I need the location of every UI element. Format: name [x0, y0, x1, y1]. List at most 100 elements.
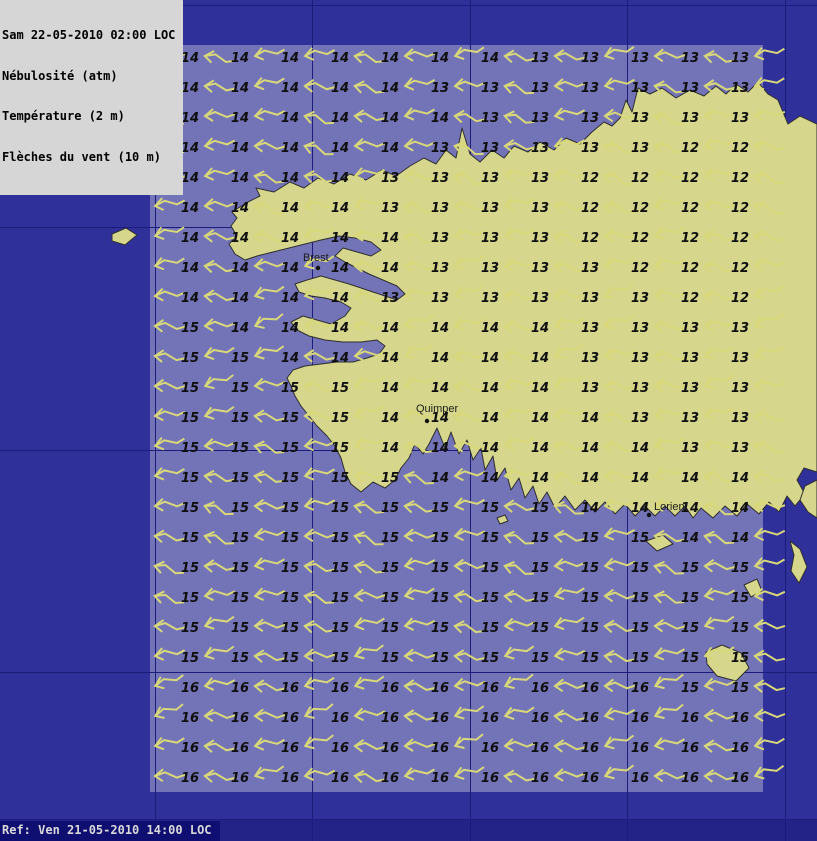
temp-value: 15: [331, 381, 349, 396]
temp-value: 14: [281, 321, 299, 336]
temp-value: 15: [231, 351, 249, 366]
temp-value: 13: [681, 81, 699, 96]
temp-value: 13: [581, 261, 599, 276]
temp-value: 13: [381, 171, 399, 186]
temp-value: 13: [581, 111, 599, 126]
temp-value: 14: [381, 261, 399, 276]
temp-value: 13: [431, 291, 449, 306]
temp-value: 13: [481, 261, 499, 276]
temp-value: 13: [531, 231, 549, 246]
city-label: Brest: [303, 252, 329, 264]
temp-value: 16: [231, 741, 249, 756]
temp-value: 15: [381, 561, 399, 576]
temp-value: 15: [231, 561, 249, 576]
temp-value: 13: [531, 291, 549, 306]
temp-value: 15: [631, 621, 649, 636]
temp-value: 13: [531, 171, 549, 186]
temp-value: 15: [581, 651, 599, 666]
temp-value: 14: [331, 81, 349, 96]
temp-value: 13: [431, 261, 449, 276]
temp-value: 14: [331, 201, 349, 216]
map-legend: Sam 22-05-2010 02:00 LOC Nébulosité (atm…: [0, 0, 183, 195]
temp-value: 16: [631, 771, 649, 786]
temp-value: 12: [731, 141, 749, 156]
temp-value: 15: [631, 591, 649, 606]
temp-value: 14: [381, 141, 399, 156]
temp-value: 13: [481, 81, 499, 96]
temp-value: 14: [281, 111, 299, 126]
temp-value: 14: [181, 51, 199, 66]
temp-value: 16: [231, 711, 249, 726]
temp-value: 14: [231, 51, 249, 66]
temp-value: 13: [631, 141, 649, 156]
temp-value: 14: [531, 321, 549, 336]
temp-value: 15: [431, 591, 449, 606]
temp-value: 15: [431, 531, 449, 546]
temp-value: 16: [381, 771, 399, 786]
run-reference: Ref: Ven 21-05-2010 14:00 LOC: [0, 821, 220, 841]
temp-value: 14: [581, 471, 599, 486]
temp-value: 15: [281, 591, 299, 606]
temp-value: 14: [731, 531, 749, 546]
temp-value: 15: [231, 501, 249, 516]
temp-value: 15: [581, 591, 599, 606]
temp-value: 13: [681, 351, 699, 366]
temp-value: 13: [731, 441, 749, 456]
temp-value: 15: [331, 561, 349, 576]
temp-value: 12: [681, 231, 699, 246]
temp-value: 13: [731, 81, 749, 96]
temp-value: 15: [431, 621, 449, 636]
temp-value: 15: [281, 471, 299, 486]
temp-value: 15: [481, 561, 499, 576]
temp-value: 16: [331, 681, 349, 696]
temp-value: 15: [331, 621, 349, 636]
temp-value: 13: [731, 321, 749, 336]
temp-value: 14: [381, 411, 399, 426]
weather-map: 14 14 14 14 14 14 14 13 13 13 13 13 14 14 14 14 14 13 13 13…: [0, 0, 817, 841]
temp-value: 15: [281, 411, 299, 426]
temp-value: 14: [331, 261, 349, 276]
temp-value: 14: [481, 381, 499, 396]
temp-value: 16: [581, 741, 599, 756]
temp-value: 15: [681, 681, 699, 696]
temp-value: 13: [431, 81, 449, 96]
temp-value: 15: [181, 651, 199, 666]
temp-value: 14: [581, 411, 599, 426]
temp-value: 13: [481, 291, 499, 306]
temp-value: 16: [681, 711, 699, 726]
temp-value: 13: [681, 111, 699, 126]
temp-value: 14: [281, 201, 299, 216]
temp-value: 15: [431, 501, 449, 516]
temp-value: 15: [331, 651, 349, 666]
temp-value: 13: [581, 381, 599, 396]
temp-value: 14: [281, 351, 299, 366]
temp-value: 14: [331, 51, 349, 66]
temp-value: 15: [731, 651, 749, 666]
temp-value: 13: [531, 201, 549, 216]
temp-value: 14: [281, 51, 299, 66]
temp-value: 13: [381, 201, 399, 216]
temp-value: 13: [631, 351, 649, 366]
temp-value: 14: [231, 201, 249, 216]
temp-value: 15: [581, 621, 599, 636]
city-label: Quimper: [416, 403, 459, 415]
temp-value: 14: [431, 321, 449, 336]
temp-value: 15: [231, 381, 249, 396]
temp-value: 14: [431, 111, 449, 126]
temp-value: 14: [431, 441, 449, 456]
temp-value: 15: [481, 591, 499, 606]
legend-wind: Flèches du vent (10 m): [2, 151, 175, 165]
temp-value: 12: [631, 201, 649, 216]
temp-value: 12: [731, 201, 749, 216]
temp-value: 15: [681, 591, 699, 606]
temp-value: 14: [481, 411, 499, 426]
temp-value: 13: [381, 291, 399, 306]
temp-value: 15: [181, 411, 199, 426]
temp-value: 15: [431, 561, 449, 576]
temp-value: 13: [581, 81, 599, 96]
temp-value: 16: [731, 771, 749, 786]
temp-value: 14: [281, 81, 299, 96]
temp-value: 14: [581, 441, 599, 456]
temp-value: 15: [381, 501, 399, 516]
temp-value: 15: [231, 411, 249, 426]
